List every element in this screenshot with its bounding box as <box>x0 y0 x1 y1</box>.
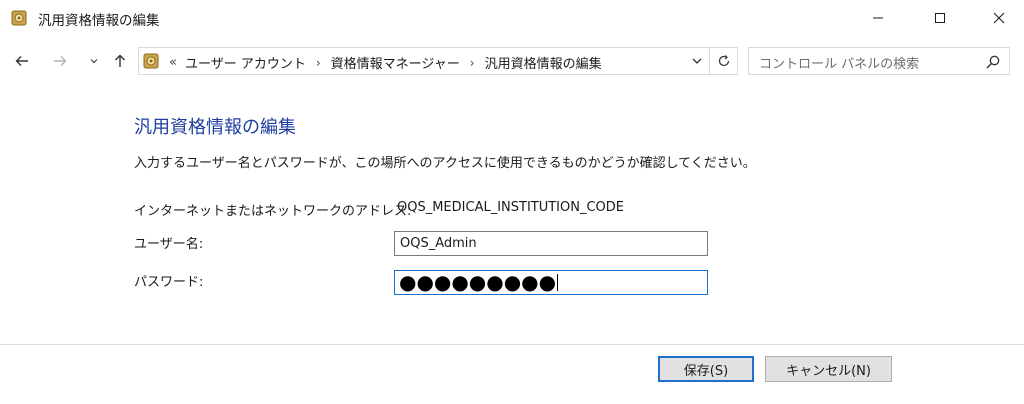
arrow-right-icon <box>54 56 67 66</box>
navigation-bar: « ユーザー アカウント › 資格情報マネージャー › 汎用資格情報の編集 コン… <box>0 44 1024 78</box>
breadcrumb-item-user-accounts[interactable]: ユーザー アカウント <box>185 53 306 72</box>
breadcrumb-overflow[interactable]: « <box>169 55 177 70</box>
cancel-button[interactable]: キャンセル(N) <box>765 356 892 382</box>
recent-locations-button[interactable] <box>82 49 106 73</box>
save-button[interactable]: 保存(S) <box>658 356 754 382</box>
password-field[interactable]: ●●●●●●●●● <box>394 270 708 295</box>
breadcrumb: « ユーザー アカウント › 資格情報マネージャー › 汎用資格情報の編集 <box>169 53 602 72</box>
breadcrumb-separator[interactable]: › <box>470 56 475 70</box>
arrow-left-icon <box>15 56 28 66</box>
search-placeholder: コントロール パネルの検索 <box>759 57 920 72</box>
username-label: ユーザー名: <box>134 237 204 252</box>
breadcrumb-separator[interactable]: › <box>316 56 321 70</box>
close-button[interactable] <box>976 0 1022 36</box>
window-title: 汎用資格情報の編集 <box>38 13 160 29</box>
password-label: パスワード: <box>134 275 204 290</box>
control-panel-icon <box>143 53 159 69</box>
refresh-button[interactable] <box>709 48 738 74</box>
back-button[interactable] <box>10 49 34 73</box>
search-box[interactable]: コントロール パネルの検索 <box>748 47 1010 75</box>
minimize-button[interactable] <box>855 0 901 36</box>
breadcrumb-item-edit-generic-credential[interactable]: 汎用資格情報の編集 <box>485 53 602 72</box>
refresh-icon <box>718 55 730 67</box>
username-value: OQS_Admin <box>400 236 477 251</box>
username-field[interactable]: OQS_Admin <box>394 231 708 256</box>
minimize-icon <box>873 17 883 19</box>
title-bar: 汎用資格情報の編集 <box>0 0 1024 36</box>
forward-button[interactable] <box>48 49 72 73</box>
page-title: 汎用資格情報の編集 <box>134 117 296 138</box>
address-dropdown-icon[interactable] <box>690 54 704 68</box>
page-description: 入力するユーザー名とパスワードが、この場所へのアクセスに使用できるものかどうか確… <box>134 156 756 171</box>
address-value: OQS_MEDICAL_INSTITUTION_CODE <box>397 200 625 215</box>
password-mask: ●●●●●●●●● <box>399 270 557 294</box>
breadcrumb-item-credential-manager[interactable]: 資格情報マネージャー <box>331 53 460 72</box>
search-icon[interactable] <box>985 54 1001 70</box>
maximize-icon <box>935 13 945 23</box>
maximize-button[interactable] <box>917 0 963 36</box>
close-icon <box>993 12 1005 24</box>
chevron-down-icon <box>90 59 98 64</box>
footer-divider <box>0 344 1024 345</box>
up-button[interactable] <box>108 49 132 73</box>
address-bar[interactable]: « ユーザー アカウント › 資格情報マネージャー › 汎用資格情報の編集 <box>138 47 738 75</box>
arrow-up-icon <box>115 54 125 67</box>
address-label: インターネットまたはネットワークのアドレス: <box>134 204 412 219</box>
text-caret <box>557 274 558 291</box>
credential-manager-icon <box>11 10 27 26</box>
